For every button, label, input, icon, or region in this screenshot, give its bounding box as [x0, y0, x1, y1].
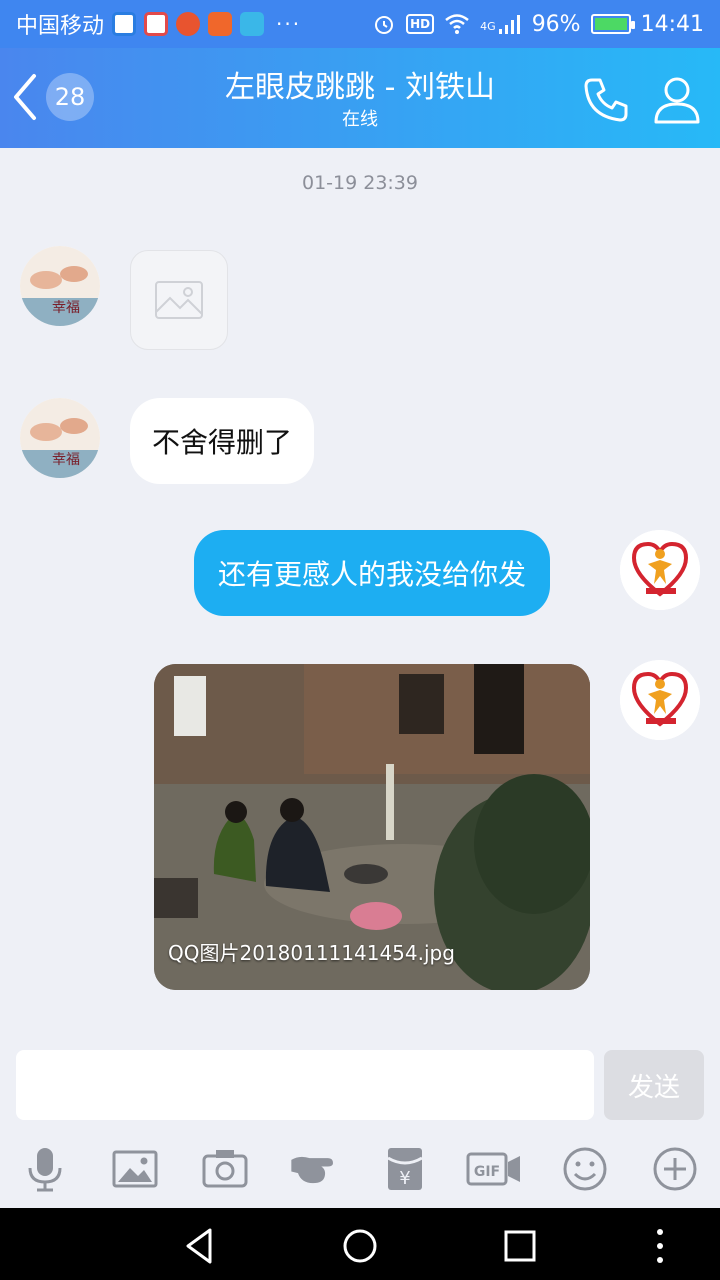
red-packet-icon[interactable]: ¥ [380, 1144, 430, 1194]
chevron-left-icon [14, 74, 36, 120]
app-notification-icon [112, 12, 137, 36]
app-notification-icon [144, 12, 169, 36]
gif-icon[interactable]: GIF [466, 1144, 522, 1194]
send-button[interactable]: 发送 [604, 1050, 704, 1120]
status-right: HD 4G 96% 14:41 [372, 12, 704, 37]
status-bar: 中国移动 ··· HD 4G 96% 14:41 [0, 0, 720, 48]
input-panel: 发送 ¥ GIF [0, 1040, 720, 1208]
carrier-label: 中国移动 [16, 14, 105, 39]
svg-text:GIF: GIF [474, 1164, 500, 1180]
avatar-image [620, 660, 700, 740]
wifi-icon [445, 14, 469, 34]
nav-back-icon[interactable] [180, 1226, 220, 1266]
system-nav-bar [0, 1208, 720, 1280]
self-avatar[interactable] [620, 530, 700, 610]
online-status: 在线 [342, 109, 378, 130]
self-avatar[interactable] [620, 660, 700, 740]
image-filename: QQ图片20180111141454.jpg [168, 941, 455, 965]
nav-menu-icon[interactable] [640, 1226, 680, 1266]
poke-icon[interactable] [288, 1144, 338, 1194]
received-message-bubble[interactable]: 不舍得删了 [130, 398, 315, 484]
chat-header: 28 左眼皮跳跳 - 刘铁山 在线 [0, 48, 720, 148]
app-notification-icon [240, 12, 265, 36]
title-block[interactable]: 左眼皮跳跳 - 刘铁山 在线 [150, 68, 570, 132]
image-broken-icon [155, 281, 203, 319]
nav-recents-icon[interactable] [500, 1226, 540, 1266]
contact-avatar[interactable]: 幸福 [20, 398, 100, 478]
hd-badge: HD [406, 14, 435, 34]
signal-icon [498, 15, 520, 34]
image-picker-icon[interactable] [110, 1144, 160, 1194]
unread-count-badge: 28 [46, 73, 94, 121]
app-notification-icon [176, 12, 201, 36]
image-message[interactable]: QQ图片20180111141454.jpg [154, 664, 590, 990]
message-text: 还有更感人的我没给你发 [218, 558, 527, 591]
avatar-image: 幸福 [20, 246, 100, 326]
input-toolbar: ¥ GIF [0, 1140, 720, 1200]
nav-home-icon[interactable] [340, 1226, 380, 1266]
battery-percent: 96% [531, 11, 581, 37]
plus-icon[interactable] [650, 1144, 700, 1194]
sent-message-bubble[interactable]: 还有更感人的我没给你发 [194, 530, 551, 616]
camera-icon[interactable] [200, 1144, 250, 1194]
microphone-icon[interactable] [20, 1144, 70, 1194]
avatar-image [620, 530, 700, 610]
svg-text:幸福: 幸福 [52, 452, 80, 468]
svg-text:¥: ¥ [399, 1168, 410, 1189]
back-button[interactable]: 28 [10, 72, 94, 122]
avatar-image: 幸福 [20, 398, 100, 478]
emoji-icon[interactable] [560, 1144, 610, 1194]
image-message-placeholder[interactable] [130, 250, 228, 350]
svg-text:幸福: 幸福 [52, 300, 80, 316]
message-text: 不舍得删了 [152, 426, 293, 459]
status-left: 中国移动 ··· [16, 8, 301, 40]
clock: 14:41 [640, 11, 704, 37]
network-type-label: 4G [480, 19, 496, 33]
alarm-icon [375, 16, 394, 34]
message-input[interactable] [16, 1050, 594, 1120]
contact-avatar[interactable]: 幸福 [20, 246, 100, 326]
app-notification-icon [208, 12, 233, 36]
phone-call-icon[interactable] [580, 74, 632, 126]
more-notifications-icon: ··· [276, 12, 302, 36]
message-timestamp: 01-19 23:39 [301, 172, 418, 194]
profile-icon[interactable] [652, 74, 702, 126]
chat-title: 左眼皮跳跳 - 刘铁山 [225, 70, 495, 105]
battery-icon [590, 14, 635, 34]
